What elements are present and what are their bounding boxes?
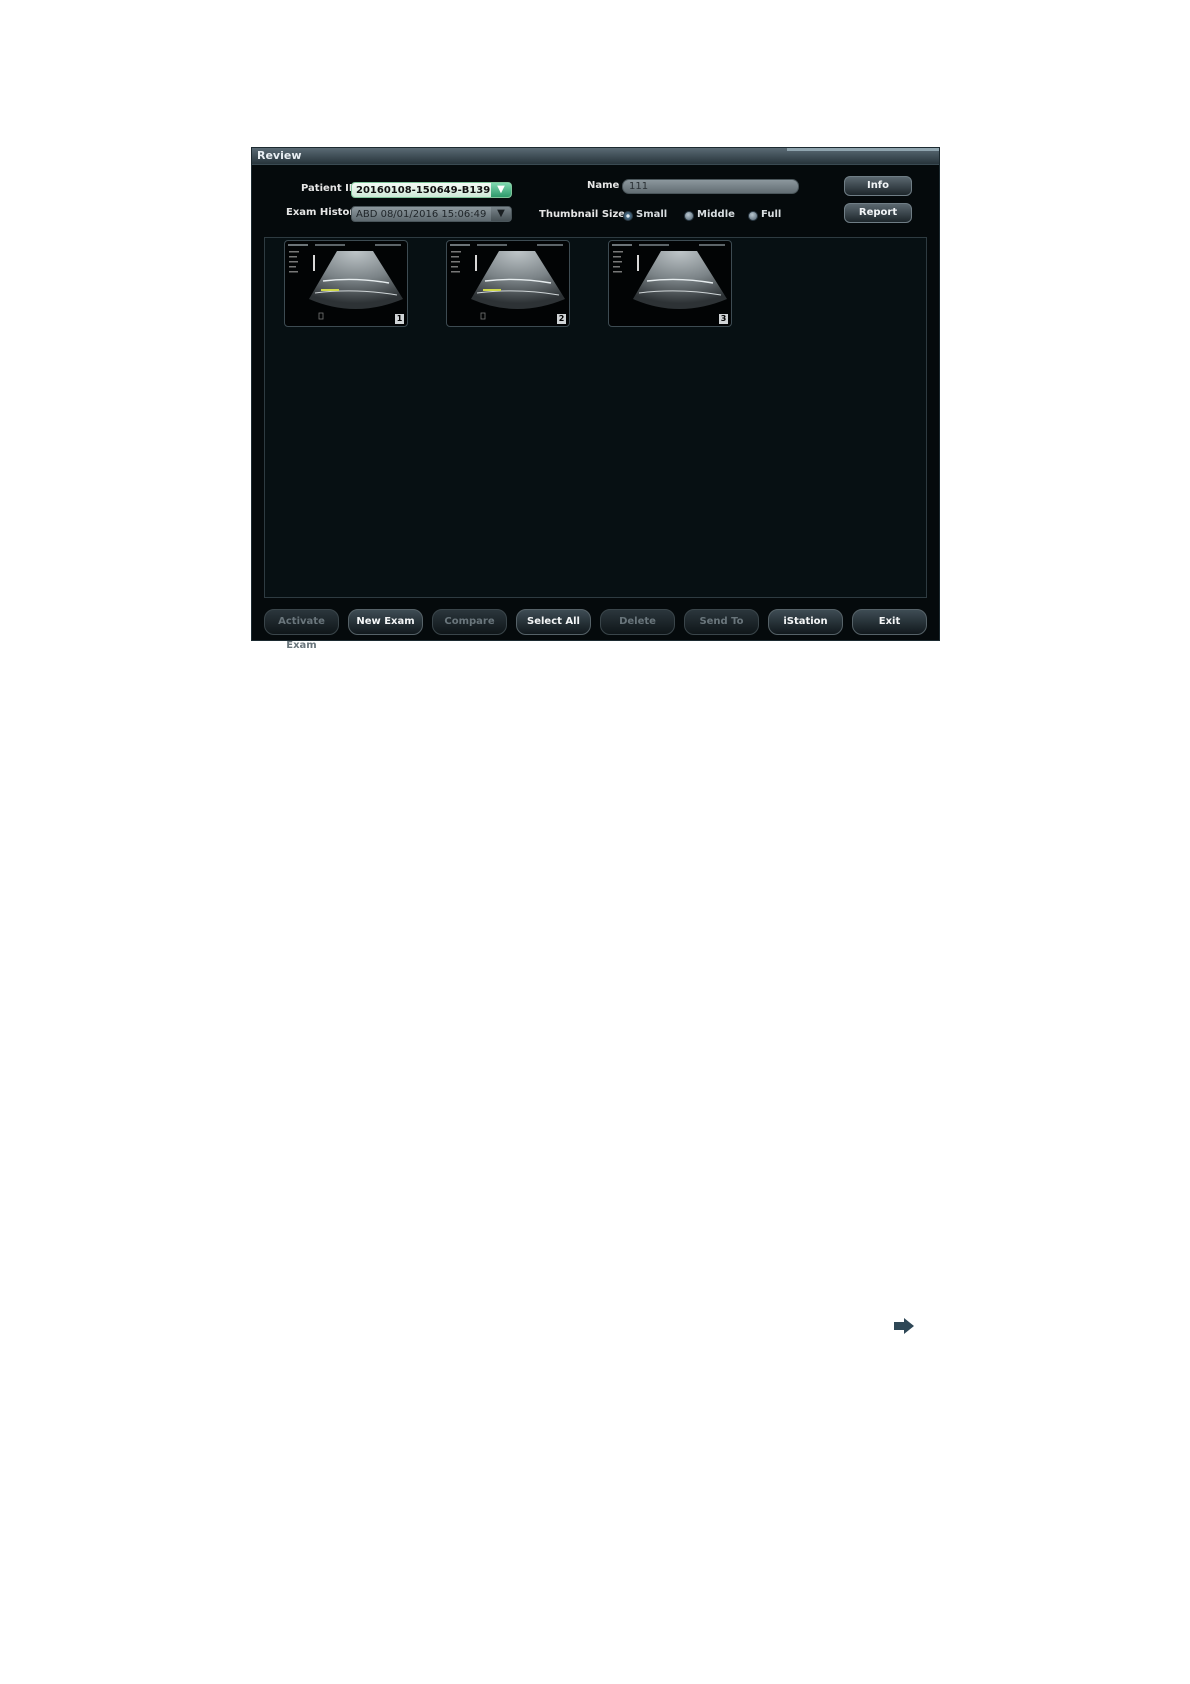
- ultrasound-image: [288, 244, 403, 320]
- radio-selected-icon[interactable]: [623, 211, 633, 221]
- thumbnail-item[interactable]: 1: [284, 240, 408, 327]
- ultrasound-image: [612, 244, 727, 309]
- istation-button[interactable]: iStation: [768, 609, 843, 635]
- exam-history-label: Exam History: [286, 207, 361, 218]
- exit-button[interactable]: Exit: [852, 609, 927, 635]
- radio-icon[interactable]: [748, 211, 758, 221]
- triangle-down-icon[interactable]: ▼: [491, 207, 511, 221]
- radio-icon[interactable]: [684, 211, 694, 221]
- name-field[interactable]: 111: [622, 179, 799, 194]
- exam-history-combo[interactable]: ABD 08/01/2016 15:06:49 ▼: [351, 206, 512, 222]
- window-title: Review: [257, 149, 302, 162]
- activate-exam-button[interactable]: Activate Exam: [264, 609, 339, 651]
- thumbnail-size-label: Thumbnail Size: [539, 209, 626, 220]
- thumbnail-item[interactable]: 2: [446, 240, 570, 327]
- thumbnail-number: 1: [395, 314, 404, 324]
- patient-id-combo[interactable]: 20160108-150649-B139 ▼: [351, 182, 512, 198]
- thumbnail-number: 3: [719, 314, 728, 324]
- info-button[interactable]: Info: [844, 176, 912, 196]
- arrow-right-icon[interactable]: [894, 1318, 914, 1334]
- exam-history-value: ABD 08/01/2016 15:06:49: [356, 209, 487, 220]
- compare-button[interactable]: Compare: [432, 609, 507, 635]
- name-value: 111: [629, 181, 649, 192]
- thumbnail-item[interactable]: 3: [608, 240, 732, 327]
- name-label: Name: [587, 180, 620, 191]
- title-bar: Review: [252, 148, 939, 165]
- select-all-button[interactable]: Select All: [516, 609, 591, 635]
- patient-id-label: Patient ID: [301, 183, 358, 194]
- new-exam-button[interactable]: New Exam: [348, 609, 423, 635]
- title-bar-highlight: [787, 148, 939, 151]
- review-window: Review Patient ID 20160108-150649-B139 ▼…: [251, 147, 940, 651]
- ultrasound-image: [450, 244, 565, 320]
- send-to-button[interactable]: Send To: [684, 609, 759, 635]
- thumbnail-area: 1 2 3: [264, 237, 927, 598]
- report-button[interactable]: Report: [844, 203, 912, 223]
- delete-button[interactable]: Delete: [600, 609, 675, 635]
- patient-id-value: 20160108-150649-B139: [356, 185, 491, 196]
- triangle-down-icon[interactable]: ▼: [491, 183, 511, 197]
- thumbnail-number: 2: [557, 314, 566, 324]
